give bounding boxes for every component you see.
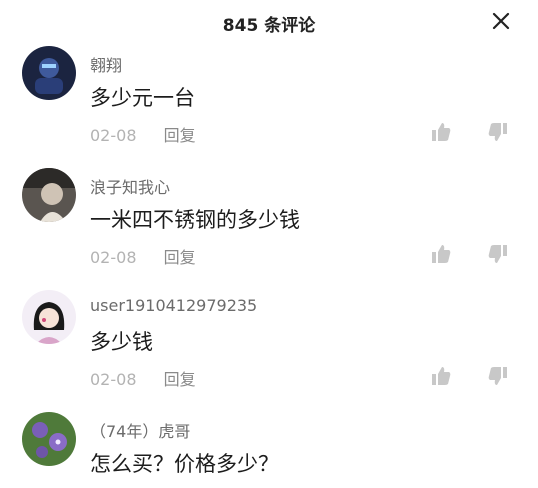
thumbs-down-icon (488, 367, 507, 385)
comment: 翱翔 多少元一台 02-08 回复 (0, 46, 538, 168)
close-button[interactable] (490, 10, 512, 32)
comment: （74年）虎哥 怎么买？价格多少？ (0, 412, 538, 488)
avatar[interactable] (22, 290, 76, 344)
reply-button[interactable]: 回复 (164, 126, 196, 145)
dislike-button[interactable] (487, 121, 509, 143)
comment-text: 怎么买？价格多少？ (90, 452, 279, 476)
username[interactable]: 浪子知我心 (90, 174, 170, 198)
avatar[interactable] (22, 412, 76, 466)
avatar[interactable] (22, 168, 76, 222)
comment-text: 多少元一台 (90, 86, 195, 110)
comment-count-title: 845 条评论 (222, 16, 316, 36)
thumbs-up-icon (432, 367, 451, 385)
thumbs-down-icon (488, 123, 507, 141)
comment: user1910412979235 多少钱 02-08 回复 (0, 290, 538, 412)
comment-text: 多少钱 (90, 330, 153, 354)
thumbs-up-icon (432, 245, 451, 263)
comment-date: 02-08 (90, 248, 137, 267)
avatar[interactable] (22, 46, 76, 100)
username[interactable]: （74年）虎哥 (90, 418, 190, 442)
comment-meta: 02-08 回复 (90, 122, 196, 146)
reply-button[interactable]: 回复 (164, 248, 196, 267)
username[interactable]: user1910412979235 (90, 296, 257, 315)
like-button[interactable] (430, 121, 452, 143)
reply-button[interactable]: 回复 (164, 370, 196, 389)
comment-meta: 02-08 回复 (90, 244, 196, 268)
header: 845 条评论 (0, 0, 538, 46)
dislike-button[interactable] (487, 365, 509, 387)
thumbs-down-icon (488, 245, 507, 263)
dislike-button[interactable] (487, 243, 509, 265)
like-button[interactable] (430, 365, 452, 387)
username[interactable]: 翱翔 (90, 52, 122, 76)
comment-date: 02-08 (90, 370, 137, 389)
comment-meta: 02-08 回复 (90, 366, 196, 390)
comment-text: 一米四不锈钢的多少钱 (90, 208, 300, 232)
like-button[interactable] (430, 243, 452, 265)
comment-date: 02-08 (90, 126, 137, 145)
comment: 浪子知我心 一米四不锈钢的多少钱 02-08 回复 (0, 168, 538, 290)
thumbs-up-icon (432, 123, 451, 141)
comments-panel: 845 条评论 翱翔 多少元一台 02-08 回复 浪子知我心 一米四不锈钢的多… (0, 0, 538, 488)
close-icon (492, 12, 510, 30)
